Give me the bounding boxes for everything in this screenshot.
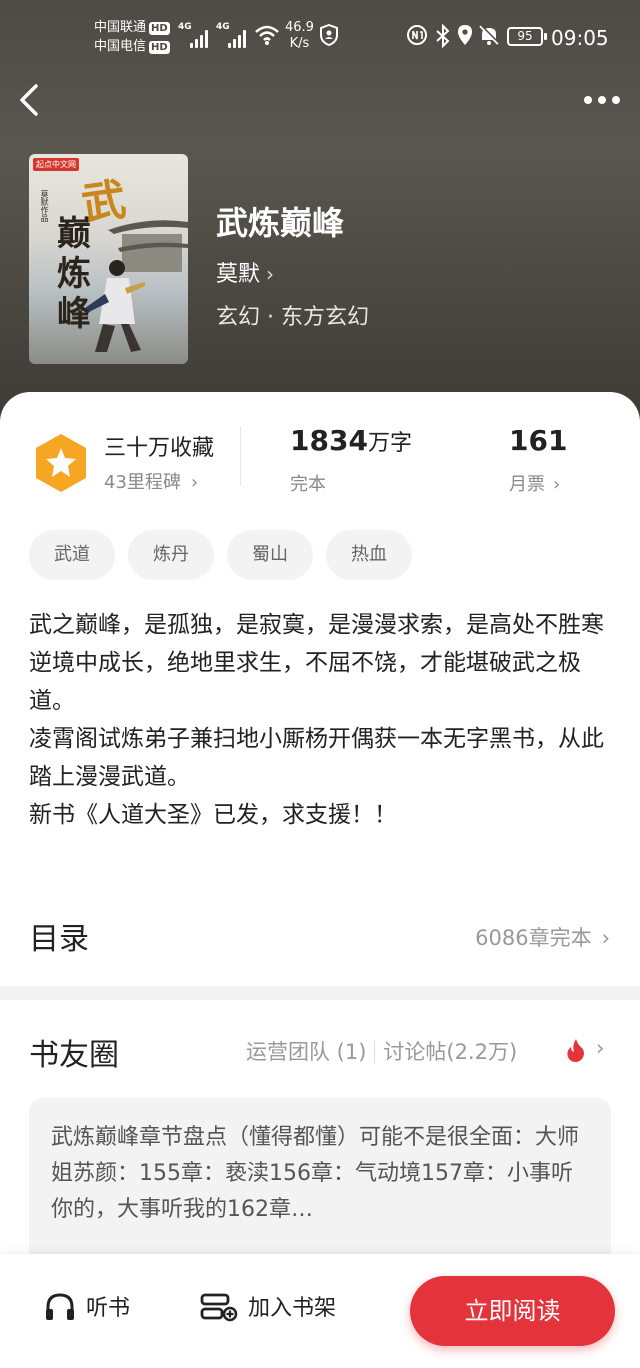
shield-user-icon (320, 24, 338, 46)
tag-chip[interactable]: 热血 (326, 530, 412, 580)
tag-chip[interactable]: 炼丹 (128, 530, 214, 580)
chevron-right-icon[interactable]: › (596, 1036, 604, 1060)
chevron-right-icon: › (190, 472, 199, 493)
monthly-votes-number: 161 (509, 424, 568, 457)
description-line: 新书《人道大圣》已发，求支援！！ (29, 802, 397, 828)
add-shelf-icon (200, 1293, 238, 1322)
tag-chip[interactable]: 蜀山 (227, 530, 313, 580)
more-options-icon[interactable] (578, 84, 628, 114)
tag-chip[interactable]: 武道 (29, 530, 115, 580)
milestone-link[interactable]: 43里程碑 › (104, 468, 198, 494)
carrier1-label: 中国联通 (94, 20, 147, 35)
circle-post-card[interactable]: 武炼巅峰章节盘点（懂得都懂）可能不是很全面：大师姐苏颜：155章：亵渎156章：… (29, 1098, 611, 1268)
section-divider (0, 986, 640, 1000)
speed-unit: K/s (289, 36, 310, 51)
star-badge-icon (36, 434, 86, 492)
meta-separator (374, 1041, 376, 1063)
post-preview-text: 武炼巅峰章节盘点（懂得都懂）可能不是很全面：大师姐苏颜：155章：亵渎156章：… (51, 1125, 580, 1222)
author-link[interactable]: 莫默 › (216, 256, 274, 288)
book-title: 武炼巅峰 (216, 204, 345, 242)
book-circle-title[interactable]: 书友圈 (29, 1030, 119, 1074)
book-cover[interactable]: 起点中文网 武 莫默作品 巅炼峰 (29, 154, 188, 364)
back-arrow-icon[interactable] (14, 80, 50, 120)
status-bar: 中国联通 HD 中国电信 HD 4G 4G 46.9 K/s 95 09:05 (0, 0, 640, 76)
speed-value: 46.9 (285, 20, 314, 35)
collect-count: 三十万收藏 (104, 436, 215, 461)
author-name: 莫默 (216, 262, 261, 287)
discussion-count-link[interactable]: 讨论帖(2.2万) (383, 1040, 517, 1064)
ops-team-link[interactable]: 运营团队 (1) (246, 1040, 366, 1064)
stats-divider (240, 426, 241, 486)
listen-button[interactable]: 听书 (44, 1290, 130, 1322)
book-genre: 玄幻 · 东方玄幻 (216, 305, 369, 330)
clock: 09:05 (551, 26, 609, 50)
cover-author: 莫默作品 (40, 190, 49, 222)
read-now-button[interactable]: 立即阅读 (410, 1276, 615, 1346)
description-line: 逆境中成长，绝地里求生，不屈不饶，才能堪破武之极道。 (29, 650, 581, 714)
mute-bell-icon (479, 24, 500, 45)
network-speed: 46.9 K/s (285, 20, 314, 52)
flame-icon (567, 1039, 584, 1062)
word-count-number: 1834 (290, 424, 368, 457)
listen-label: 听书 (86, 1296, 131, 1321)
hd-badge: HD (149, 22, 170, 35)
monthly-votes-label: 月票 (509, 474, 545, 495)
bluetooth-icon (436, 24, 450, 48)
book-description[interactable]: 武之巅峰，是孤独，是寂寞，是漫漫求索，是高处不胜寒 逆境中成长，绝地里求生，不屈… (29, 606, 611, 834)
cover-publisher: 起点中文网 (33, 158, 79, 171)
signal1-icon: 4G (178, 22, 210, 48)
wifi-icon (255, 25, 279, 45)
word-count-unit: 万字 (367, 431, 412, 456)
battery-icon: 95 (507, 27, 547, 46)
chevron-right-icon: › (553, 474, 561, 495)
carrier2-label: 中国电信 (94, 39, 147, 54)
nfc-icon (407, 25, 427, 45)
toc-title[interactable]: 目录 (29, 914, 89, 958)
word-count: 1834万字 (290, 424, 412, 457)
monthly-votes: 161 (509, 424, 567, 457)
signal2-icon: 4G (216, 22, 248, 48)
milestone-label: 43里程碑 (104, 472, 181, 493)
warrior-illustration (85, 260, 145, 352)
chevron-right-icon: › (266, 262, 275, 286)
description-line: 凌霄阁试炼弟子兼扫地小厮杨开偶获一本无字黑书，从此踏上漫漫武道。 (29, 726, 604, 790)
chapter-count: 6086章完本 (475, 926, 592, 950)
monthly-votes-link[interactable]: 月票 › (509, 470, 560, 496)
carrier-info: 中国联通 HD 中国电信 HD (94, 18, 170, 56)
completion-status: 完本 (290, 474, 326, 495)
chevron-right-icon: › (601, 926, 610, 950)
hd-badge: HD (149, 41, 170, 54)
description-line: 武之巅峰，是孤独，是寂寞，是漫漫求索，是高处不胜寒 (29, 612, 604, 638)
location-icon (458, 25, 472, 45)
add-shelf-label: 加入书架 (248, 1296, 337, 1321)
add-to-shelf-button[interactable]: 加入书架 (200, 1290, 336, 1322)
circle-meta[interactable]: 运营团队 (1) 讨论帖(2.2万) (246, 1036, 517, 1066)
toc-link[interactable]: 6086章完本 › (475, 922, 610, 952)
headphones-icon (46, 1293, 74, 1320)
